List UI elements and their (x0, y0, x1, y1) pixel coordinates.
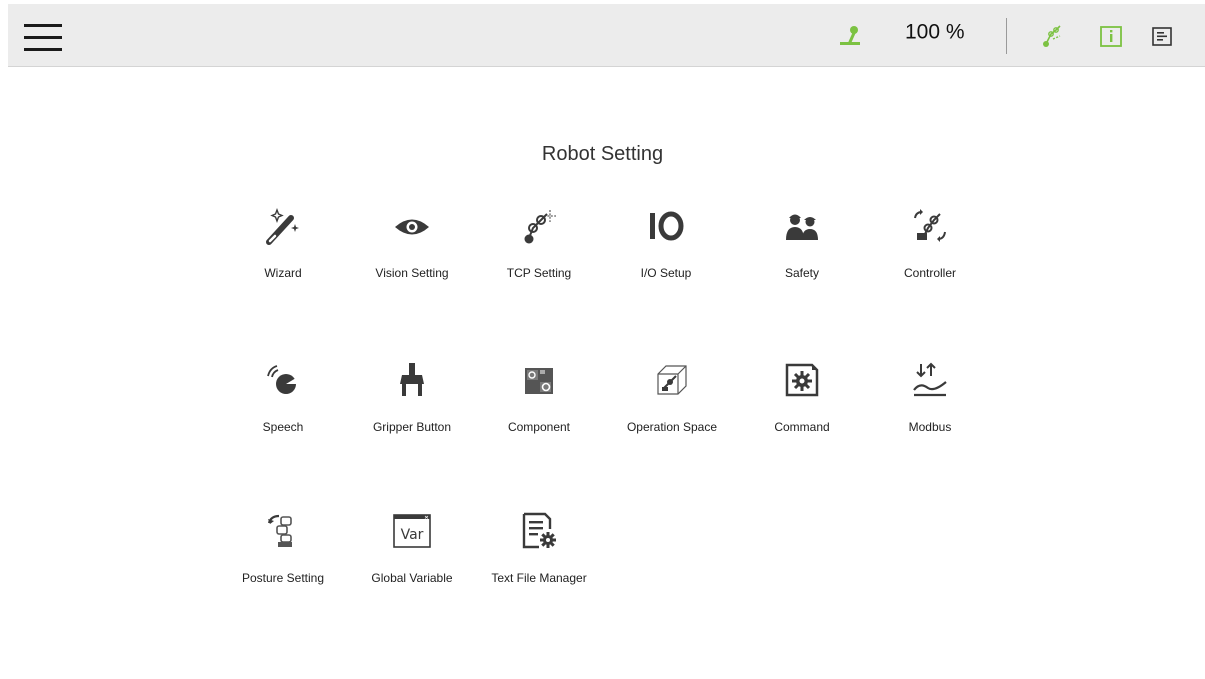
safety-icon (782, 206, 822, 246)
controller-button[interactable]: Controller (872, 206, 988, 316)
tile-label: Controller (903, 266, 957, 280)
page-title: Robot Setting (541, 143, 664, 165)
tile-label: Modbus (908, 420, 952, 434)
eye-icon (392, 206, 432, 246)
operation-space-icon (652, 360, 692, 400)
modbus-button[interactable]: Modbus (872, 360, 988, 470)
tile-label: Component (507, 420, 571, 434)
gripper-button[interactable]: Gripper Button (354, 360, 470, 470)
tcp-setting-button[interactable]: TCP Setting (481, 206, 597, 316)
global-variable-button[interactable]: Var Global Variable (354, 511, 470, 621)
tile-label: Vision Setting (375, 266, 449, 280)
speed-readout: 100 % (905, 20, 965, 44)
operation-space-button[interactable]: Operation Space (614, 360, 730, 470)
log-icon[interactable] (1148, 22, 1176, 50)
tile-label: Text File Manager (491, 571, 587, 585)
text-file-manager-icon (519, 511, 559, 551)
arm-connect-icon[interactable] (1038, 22, 1066, 50)
tile-label: Global Variable (371, 571, 453, 585)
text-file-manager-button[interactable]: Text File Manager (481, 511, 597, 621)
gripper-icon (392, 360, 432, 400)
safety-button[interactable]: Safety (744, 206, 860, 316)
tile-label: Speech (262, 420, 304, 434)
component-button[interactable]: Component (481, 360, 597, 470)
robot-status-icon (837, 23, 863, 49)
controller-icon (910, 206, 950, 246)
header-divider (1006, 18, 1007, 54)
svg-text:Var: Var (401, 527, 424, 543)
tile-label: Command (774, 420, 830, 434)
tile-label: I/O Setup (640, 266, 692, 280)
command-button[interactable]: Command (744, 360, 860, 470)
wizard-button[interactable]: Wizard (225, 206, 341, 316)
posture-icon (263, 511, 303, 551)
tile-label: Gripper Button (372, 420, 452, 434)
tile-label: Operation Space (626, 420, 718, 434)
modbus-icon (910, 360, 950, 400)
wand-icon (263, 206, 303, 246)
tile-label: TCP Setting (506, 266, 572, 280)
global-variable-icon: Var (392, 511, 432, 551)
menu-icon[interactable] (24, 24, 62, 52)
io-setup-button[interactable]: I/O Setup (608, 206, 724, 316)
tcp-icon (519, 206, 559, 246)
speech-button[interactable]: Speech (225, 360, 341, 470)
tile-label: Wizard (264, 266, 302, 280)
top-bar: 100 % (8, 4, 1205, 67)
io-icon (646, 206, 686, 246)
speech-icon (263, 360, 303, 400)
posture-setting-button[interactable]: Posture Setting (225, 511, 341, 621)
command-icon (782, 360, 822, 400)
tile-label: Safety (784, 266, 820, 280)
info-icon[interactable] (1097, 22, 1125, 50)
component-icon (519, 360, 559, 400)
vision-setting-button[interactable]: Vision Setting (354, 206, 470, 316)
tile-label: Posture Setting (241, 571, 325, 585)
